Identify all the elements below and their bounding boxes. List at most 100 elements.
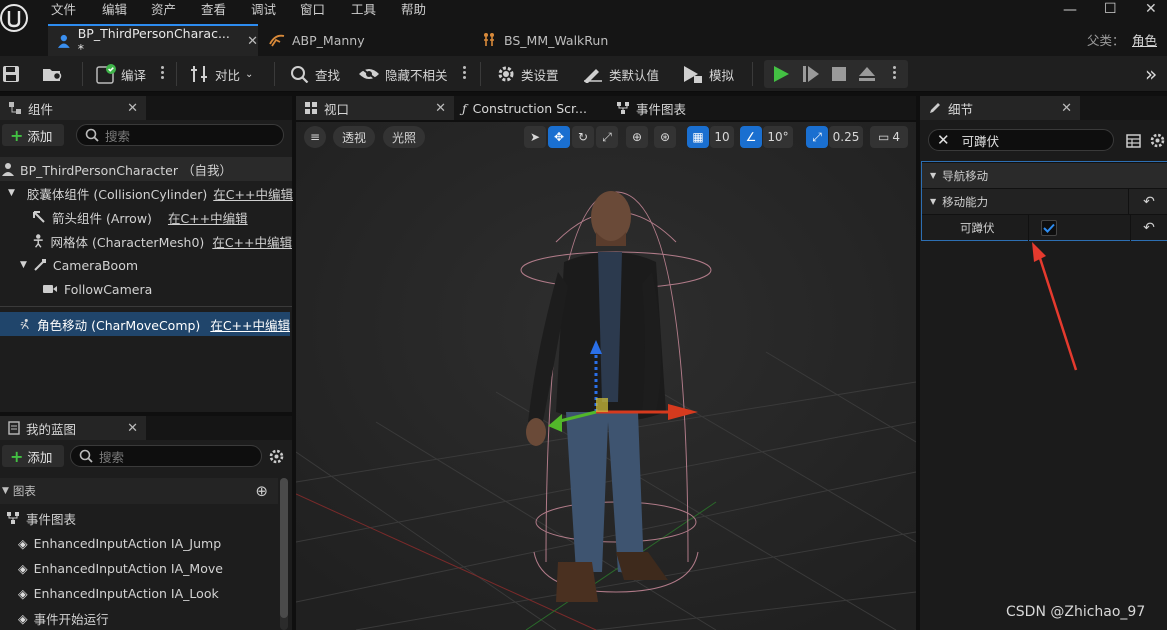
close-icon[interactable]: ✕ [1061, 101, 1072, 116]
tab-bs-walkrun[interactable]: BS_MM_WalkRun [480, 24, 680, 56]
find-button[interactable]: 查找 [290, 56, 340, 92]
tree-row-capsule[interactable]: ▼ 胶囊体组件 (CollisionCylinder) 在C++中编辑 [8, 181, 293, 205]
class-settings-button[interactable]: 类设置 [496, 56, 559, 92]
add-blueprint-item-button[interactable]: + 添加 [2, 445, 64, 467]
viewport[interactable]: ≡ 透视 光照 ➤ ✥ ↻ ⤢ ⊕ ⊛ ▦ 10 ∠ 10° ⤢ 0.25 ▭ … [296, 122, 916, 630]
perspective-button[interactable]: 透视 [333, 126, 375, 148]
compile-options-icon[interactable] [160, 64, 164, 84]
event-diamond-icon: ◈ [18, 585, 28, 601]
tree-row-root[interactable]: BP_ThirdPersonCharacter （自我） [0, 157, 292, 181]
details-search-input[interactable]: ✕ 可蹲伏 [928, 129, 1114, 151]
graphs-section-header[interactable]: ▼ 图表 ⊕ [0, 478, 278, 504]
translate-tool-button[interactable]: ✥ [548, 126, 570, 148]
add-component-button[interactable]: + 添加 [2, 124, 64, 146]
edit-in-cpp-link[interactable]: 在C++中编辑 [168, 208, 248, 227]
menu-window[interactable]: 窗口 [300, 0, 325, 18]
tab-viewport[interactable]: 视口 ✕ [296, 96, 454, 120]
compile-button[interactable]: 编译 [96, 56, 146, 92]
menu-edit[interactable]: 编辑 [102, 0, 127, 18]
rotation-snap-value[interactable]: 10° [763, 126, 793, 148]
scrollbar[interactable] [280, 478, 288, 630]
edit-in-cpp-link[interactable]: 在C++中编辑 [210, 315, 290, 334]
reset-to-default-icon[interactable]: ↶ [1131, 220, 1167, 236]
rotate-tool-button[interactable]: ↻ [572, 126, 594, 148]
simulate-button[interactable]: 模拟 [682, 56, 734, 92]
blueprint-search-input[interactable]: 搜索 [70, 445, 262, 467]
maximize-button[interactable]: ☐ [1104, 1, 1117, 17]
add-label: 添加 [27, 128, 53, 144]
scale-snap-toggle[interactable]: ⤢ [806, 126, 828, 148]
tab-my-blueprint[interactable]: 我的蓝图 ✕ [0, 416, 146, 440]
close-icon[interactable]: ✕ [127, 421, 138, 436]
surface-snap-button[interactable]: ⊛ [654, 126, 676, 148]
close-icon[interactable]: ✕ [435, 101, 446, 116]
lit-mode-button[interactable]: 光照 [383, 126, 425, 148]
menu-tools[interactable]: 工具 [351, 0, 376, 18]
event-item[interactable]: ◈ EnhancedInputAction IA_Move [18, 556, 276, 580]
class-defaults-button[interactable]: 类默认值 [582, 56, 659, 92]
nav-movement-category[interactable]: ▼ 导航移动 [922, 162, 1167, 188]
tab-close-icon[interactable]: ✕ [247, 34, 258, 49]
search-placeholder: 搜索 [99, 449, 125, 465]
grid-snap-value[interactable]: 10 [710, 126, 734, 148]
rotation-snap-toggle[interactable]: ∠ [740, 126, 762, 148]
toolbar-divider [480, 62, 481, 86]
viewport-menu-button[interactable]: ≡ [304, 126, 326, 148]
hide-unrelated-button[interactable]: 隐藏不相关 [358, 56, 448, 92]
parent-class-value[interactable]: 角色 [1132, 30, 1157, 49]
save-button[interactable] [2, 56, 20, 92]
edit-in-cpp-link[interactable]: 在C++中编辑 [212, 232, 292, 251]
minimize-button[interactable]: — [1063, 2, 1077, 18]
components-search-input[interactable]: 搜索 [76, 124, 284, 146]
close-icon[interactable]: ✕ [127, 101, 138, 116]
play-options-icon[interactable] [892, 64, 896, 84]
camera-speed-button[interactable]: ▭ 4 [870, 126, 908, 148]
menu-file[interactable]: 文件 [51, 0, 76, 18]
gear-icon[interactable] [1149, 132, 1166, 149]
event-label: 事件开始运行 [33, 611, 109, 627]
tab-abp-manny[interactable]: ABP_Manny [268, 24, 468, 56]
eject-icon[interactable] [858, 65, 876, 83]
table-view-icon[interactable] [1126, 134, 1141, 148]
clear-search-icon[interactable]: ✕ [937, 131, 950, 149]
scale-tool-button[interactable]: ⤢ [596, 126, 618, 148]
diff-button[interactable]: 对比 ⌄ [190, 56, 253, 92]
gear-icon[interactable] [268, 448, 285, 465]
grid-snap-toggle[interactable]: ▦ [687, 126, 709, 148]
unreal-logo[interactable] [0, 0, 34, 40]
tree-row-arrow[interactable]: 箭头组件 (Arrow) 在C++中编辑 [32, 205, 292, 229]
tab-bp-third-person[interactable]: BP_ThirdPersonCharac... * ✕ [48, 24, 258, 56]
tree-row-mesh[interactable]: 网格体 (CharacterMesh0) 在C++中编辑 [32, 229, 292, 253]
event-item[interactable]: ◈ EnhancedInputAction IA_Jump [18, 531, 276, 555]
movement-capabilities-group[interactable]: ▼ 移动能力 ↶ [922, 188, 1167, 215]
close-window-button[interactable]: ✕ [1145, 1, 1157, 17]
tree-row-follow-camera[interactable]: FollowCamera [42, 277, 292, 301]
scale-snap-value[interactable]: 0.25 [829, 126, 863, 148]
play-icon[interactable] [772, 65, 790, 83]
menu-asset[interactable]: 资产 [151, 0, 176, 18]
tab-components[interactable]: 组件 ✕ [0, 96, 146, 120]
event-graph-item[interactable]: 事件图表 [6, 506, 276, 530]
coordinate-space-button[interactable]: ⊕ [626, 126, 648, 148]
hide-options-icon[interactable] [462, 64, 466, 84]
tab-details[interactable]: 细节 ✕ [920, 96, 1080, 120]
tree-row-char-move[interactable]: 角色移动 (CharMoveComp) 在C++中编辑 [0, 312, 290, 336]
tab-event-graph[interactable]: 事件图表 [608, 96, 758, 120]
toolbar-overflow-icon[interactable]: » [1145, 62, 1157, 86]
event-item[interactable]: ◈ 事件开始运行 [18, 606, 276, 630]
hide-eye-icon [359, 67, 379, 81]
tree-row-camera-boom[interactable]: ▼ CameraBoom [20, 253, 292, 277]
tab-construction-script[interactable]: ƒ Construction Scr... [454, 96, 604, 120]
add-graph-icon[interactable]: ⊕ [255, 482, 268, 500]
menu-debug[interactable]: 调试 [251, 0, 276, 18]
edit-in-cpp-link[interactable]: 在C++中编辑 [213, 184, 293, 203]
can-crouch-checkbox[interactable] [1041, 219, 1057, 236]
reset-to-default-icon[interactable]: ↶ [1131, 194, 1167, 210]
select-tool-button[interactable]: ➤ [524, 126, 546, 148]
step-icon[interactable] [802, 65, 820, 83]
menu-help[interactable]: 帮助 [401, 0, 426, 18]
menu-view[interactable]: 查看 [201, 0, 226, 18]
browse-button[interactable] [42, 56, 64, 92]
event-item[interactable]: ◈ EnhancedInputAction IA_Look [18, 581, 276, 605]
stop-icon[interactable] [830, 65, 848, 83]
